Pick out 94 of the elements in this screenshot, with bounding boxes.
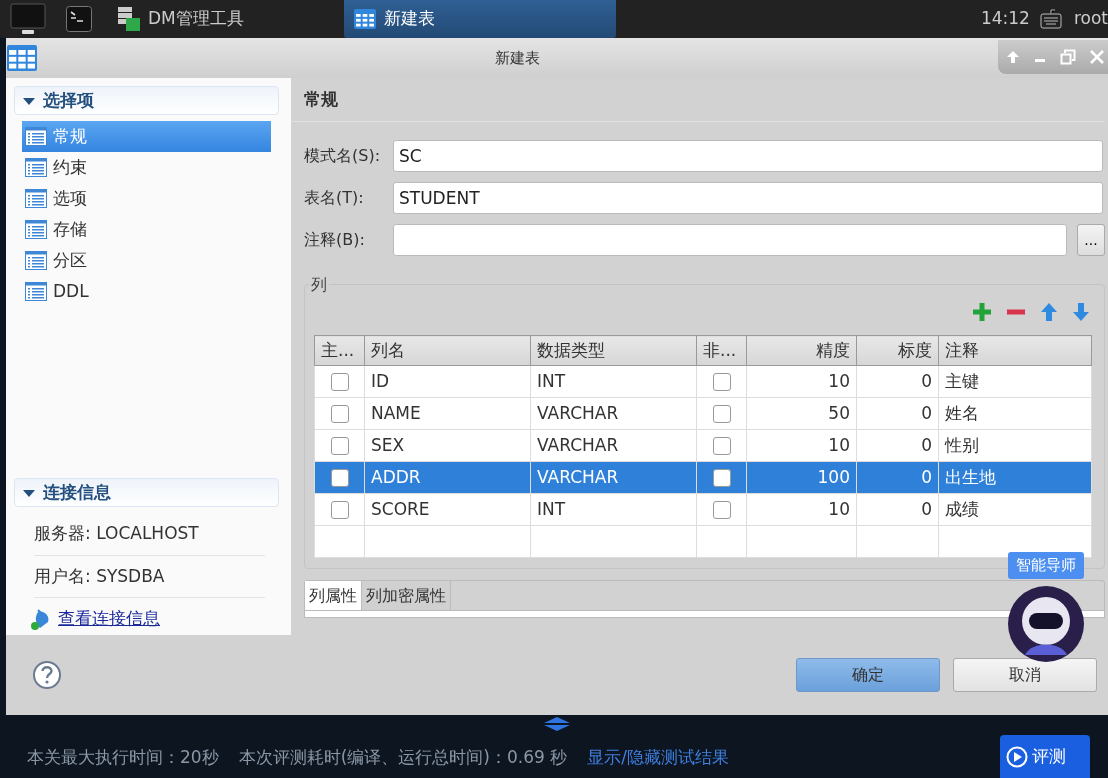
field-label: 表名(T): <box>304 187 365 209</box>
status-text: 本关最大执行时间：20秒 <box>27 745 219 769</box>
status-text: 本次评测耗时(编译、运行总时间)：0.69 秒 <box>238 745 568 769</box>
table-cell: 0 <box>856 461 939 494</box>
window-title: 新建表 <box>494 47 541 69</box>
checkbox[interactable] <box>712 468 731 487</box>
column-header[interactable]: 列名 <box>364 335 531 366</box>
checkbox[interactable] <box>712 372 731 391</box>
maximize-icon[interactable] <box>1060 49 1076 65</box>
table-cell: SEX <box>364 429 531 462</box>
table-cell: VARCHAR <box>530 461 697 494</box>
sidebar-item[interactable]: 约束 <box>22 152 271 183</box>
toggle-results-link[interactable]: 显示/隐藏测试结果 <box>587 744 729 770</box>
table-cell: 主键 <box>938 365 1092 398</box>
list-icon <box>25 189 47 208</box>
play-icon <box>1006 745 1028 768</box>
list-icon <box>25 220 47 239</box>
help-icon[interactable] <box>32 660 62 690</box>
table-icon <box>7 45 37 71</box>
list-icon <box>25 127 47 146</box>
ok-button[interactable]: 确定 <box>796 658 940 692</box>
section-header[interactable]: 连接信息 <box>14 478 279 507</box>
column-header[interactable]: 数据类型 <box>530 335 697 366</box>
page-title: 常规 <box>291 78 1105 122</box>
input-field[interactable]: SC <box>393 140 1103 172</box>
checkbox[interactable] <box>330 468 349 487</box>
clock: 14:12 <box>980 7 1030 31</box>
table-cell: 0 <box>856 493 939 526</box>
table-cell: 0 <box>856 429 939 462</box>
table-cell: 0 <box>856 397 939 430</box>
monitor-icon <box>10 3 46 35</box>
field-label: 模式名(S): <box>304 145 382 167</box>
taskbar-item[interactable]: DM管理工具 <box>108 0 254 38</box>
checkbox[interactable] <box>330 500 349 519</box>
add-icon[interactable] <box>972 302 992 322</box>
input-field[interactable]: STUDENT <box>393 182 1103 214</box>
table-cell: NAME <box>364 397 531 430</box>
table-cell: 性别 <box>938 429 1092 462</box>
info-text: 用户名: SYSDBA <box>34 555 265 598</box>
keyboard-icon[interactable] <box>1039 8 1062 30</box>
table-cell: 成绩 <box>938 493 1092 526</box>
sidebar-item[interactable]: 分区 <box>22 245 271 276</box>
table-cell: 姓名 <box>938 397 1092 430</box>
down-arrow-icon[interactable] <box>1072 302 1090 322</box>
table-cell: 10 <box>746 493 857 526</box>
terminal-icon <box>66 6 92 32</box>
table-cell: INT <box>530 493 697 526</box>
cancel-button[interactable]: 取消 <box>953 658 1097 692</box>
browse-button[interactable]: ... <box>1077 224 1105 256</box>
list-icon <box>25 251 47 270</box>
input-field[interactable] <box>393 224 1067 256</box>
table-cell: VARCHAR <box>530 397 697 430</box>
up-arrow-icon[interactable] <box>1040 302 1058 322</box>
assistant-avatar[interactable] <box>1007 584 1085 663</box>
table-cell: 0 <box>856 365 939 398</box>
column-header[interactable]: 非... <box>696 335 747 366</box>
column-header[interactable]: 主... <box>314 335 365 366</box>
connection-info-link[interactable]: 查看连接信息 <box>58 606 160 632</box>
info-text: 服务器: LOCALHOST <box>34 513 265 556</box>
checkbox[interactable] <box>330 436 349 455</box>
table-cell: 50 <box>746 397 857 430</box>
user-name[interactable]: root <box>1073 6 1108 32</box>
table-cell: SCORE <box>364 493 531 526</box>
table-icon <box>353 9 376 29</box>
table-cell: INT <box>530 365 697 398</box>
sidebar-item[interactable]: DDL <box>22 276 271 307</box>
table-cell: 100 <box>746 461 857 494</box>
checkbox[interactable] <box>330 404 349 423</box>
table-cell: ADDR <box>364 461 531 494</box>
table-cell: 10 <box>746 429 857 462</box>
table-cell: ID <box>364 365 531 398</box>
table-cell: VARCHAR <box>530 429 697 462</box>
table-cell: 10 <box>746 365 857 398</box>
list-icon <box>25 158 47 177</box>
checkbox[interactable] <box>330 372 349 391</box>
database-icon <box>118 7 140 31</box>
close-icon[interactable] <box>1090 50 1104 64</box>
column-header[interactable]: 精度 <box>746 335 857 366</box>
section-header[interactable]: 选择项 <box>14 86 279 115</box>
checkbox[interactable] <box>712 500 731 519</box>
tab[interactable]: 列属性 <box>305 581 362 610</box>
sidebar-item[interactable]: 存储 <box>22 214 271 245</box>
field-label: 注释(B): <box>304 229 366 251</box>
expand-handle-icon[interactable] <box>542 717 572 731</box>
sidebar-item[interactable]: 选项 <box>22 183 271 214</box>
column-header[interactable]: 标度 <box>856 335 939 366</box>
column-header[interactable]: 注释 <box>938 335 1092 366</box>
up-arrow-icon[interactable] <box>1006 50 1020 64</box>
checkbox[interactable] <box>712 404 731 423</box>
run-button[interactable]: 评测 <box>1000 735 1090 778</box>
checkbox[interactable] <box>712 436 731 455</box>
list-icon <box>25 282 47 301</box>
taskbar-item[interactable]: 新建表 <box>343 0 616 38</box>
table-cell: 出生地 <box>938 461 1092 494</box>
